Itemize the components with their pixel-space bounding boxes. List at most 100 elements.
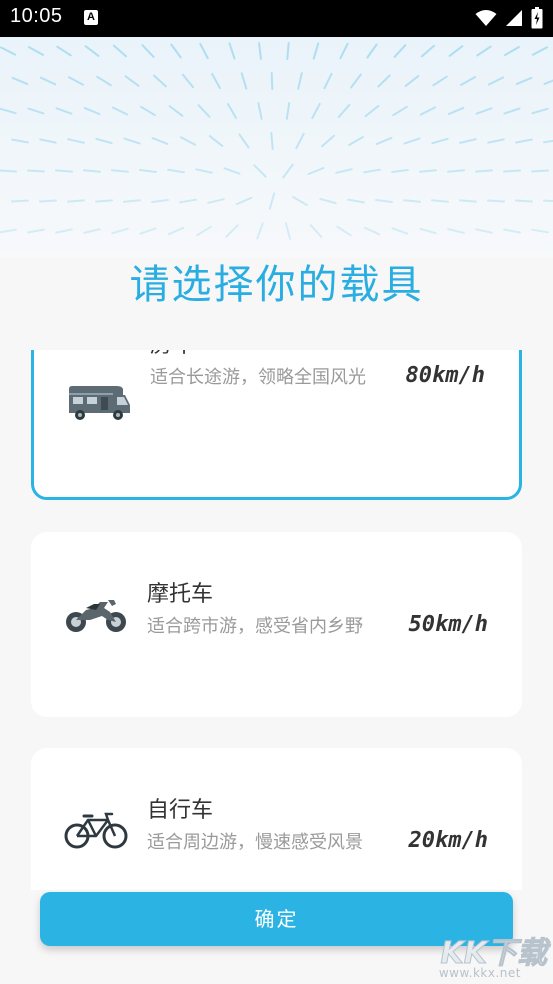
vehicle-description: 适合长途游，领略全国风光 xyxy=(150,367,366,388)
status-bar: 10:05 A xyxy=(0,0,553,37)
dash-mark xyxy=(503,169,521,173)
vehicle-card-rv[interactable]: 房车 适合长途游，领略全国风光 80km/h xyxy=(31,350,522,500)
dash-mark xyxy=(448,45,464,57)
dash-mark xyxy=(475,228,493,234)
vehicle-speed: 20km/h xyxy=(408,828,488,853)
dash-mark xyxy=(27,107,45,115)
dash-mark xyxy=(431,137,449,145)
watermark-url: www.kkx.net xyxy=(438,966,521,980)
dash-mark xyxy=(392,105,408,117)
dash-mark xyxy=(364,105,380,117)
dash-mark xyxy=(55,107,73,115)
dash-mark xyxy=(531,107,549,115)
dash-mark xyxy=(282,163,294,179)
dash-mark xyxy=(503,107,521,115)
dash-mark xyxy=(339,42,349,60)
vehicle-name: 摩托车 xyxy=(147,582,214,607)
rv-icon xyxy=(69,386,130,420)
dash-mark xyxy=(39,76,57,86)
dash-mark xyxy=(181,73,195,89)
dash-mark xyxy=(431,199,449,203)
dash-pattern xyxy=(0,42,553,240)
bicycle-icon xyxy=(64,812,128,849)
dash-mark xyxy=(504,46,520,56)
dash-mark xyxy=(67,199,85,203)
dash-mark xyxy=(55,169,73,173)
dash-mark xyxy=(0,107,17,115)
dash-mark xyxy=(67,138,85,144)
dash-mark xyxy=(0,169,17,173)
dash-mark xyxy=(336,225,352,237)
dash-mark xyxy=(375,136,393,146)
dash-mark xyxy=(393,44,407,58)
dash-mark xyxy=(170,43,182,59)
dash-mark xyxy=(83,228,101,234)
wifi-icon xyxy=(475,10,497,26)
dash-mark xyxy=(403,199,421,203)
vehicle-list[interactable]: 房车 适合长途游，领略全国风光 80km/h 摩托车 适合跨市游，感受省内乡野 … xyxy=(0,350,553,890)
dash-mark xyxy=(83,106,101,116)
dash-mark xyxy=(515,76,533,86)
dash-mark xyxy=(366,43,378,59)
vehicle-name: 自行车 xyxy=(147,798,214,823)
dash-mark xyxy=(460,76,476,86)
dash-mark xyxy=(503,228,521,234)
dash-mark xyxy=(403,137,421,145)
dash-mark xyxy=(377,74,391,88)
dash-mark xyxy=(375,199,393,203)
vehicle-speed: 50km/h xyxy=(408,612,488,637)
dash-mark xyxy=(0,228,17,234)
dash-mark xyxy=(258,42,262,60)
vehicle-card-bicycle[interactable]: 自行车 适合周边游，慢速感受风景 20km/h xyxy=(31,748,522,890)
dash-mark xyxy=(227,103,237,119)
vehicle-description: 适合跨市游，感受省内乡野 xyxy=(147,616,363,637)
dash-mark xyxy=(11,138,29,144)
dash-mark xyxy=(459,138,477,144)
dash-mark xyxy=(391,227,409,235)
dash-mark xyxy=(0,46,17,56)
dash-mark xyxy=(235,196,253,206)
dash-mark xyxy=(27,228,45,234)
dash-mark xyxy=(95,137,113,145)
dash-mark xyxy=(531,228,549,234)
dash-mark xyxy=(531,169,549,173)
dash-mark xyxy=(350,73,362,89)
watermark: KK下载 www.kkx.net xyxy=(427,928,548,982)
dash-mark xyxy=(270,132,274,150)
dash-mark xyxy=(153,74,167,88)
dash-mark xyxy=(211,73,221,89)
dash-mark xyxy=(11,199,29,203)
dash-mark xyxy=(363,168,381,174)
dash-mark xyxy=(487,76,505,86)
dash-mark xyxy=(196,225,212,237)
dash-mark xyxy=(319,197,337,205)
vehicle-card-motorcycle[interactable]: 摩托车 适合跨市游，感受省内乡野 50km/h xyxy=(31,532,522,717)
header-decoration xyxy=(0,37,553,257)
dash-mark xyxy=(543,79,553,85)
dash-mark xyxy=(113,44,127,58)
dash-mark xyxy=(347,198,365,204)
dash-mark xyxy=(284,222,292,240)
dash-mark xyxy=(11,76,29,86)
dash-mark xyxy=(123,137,141,145)
dash-mark xyxy=(515,138,533,144)
dash-mark xyxy=(270,72,274,90)
dash-mark xyxy=(84,45,100,57)
status-icons xyxy=(475,7,543,29)
dash-mark xyxy=(323,72,333,90)
vehicle-name: 房车 xyxy=(150,350,194,359)
signal-icon xyxy=(506,10,522,26)
dash-mark xyxy=(256,222,264,240)
dash-mark xyxy=(321,134,335,148)
dash-mark xyxy=(228,42,236,60)
dash-mark xyxy=(27,169,45,173)
dash-mark xyxy=(139,169,157,173)
dash-mark xyxy=(487,138,505,144)
dash-mark xyxy=(543,139,553,144)
dash-mark xyxy=(179,198,197,204)
dash-mark xyxy=(207,198,225,204)
dash-mark xyxy=(253,164,267,178)
dash-mark xyxy=(286,42,290,60)
dash-mark xyxy=(225,224,239,238)
motorcycle-icon xyxy=(66,600,126,632)
